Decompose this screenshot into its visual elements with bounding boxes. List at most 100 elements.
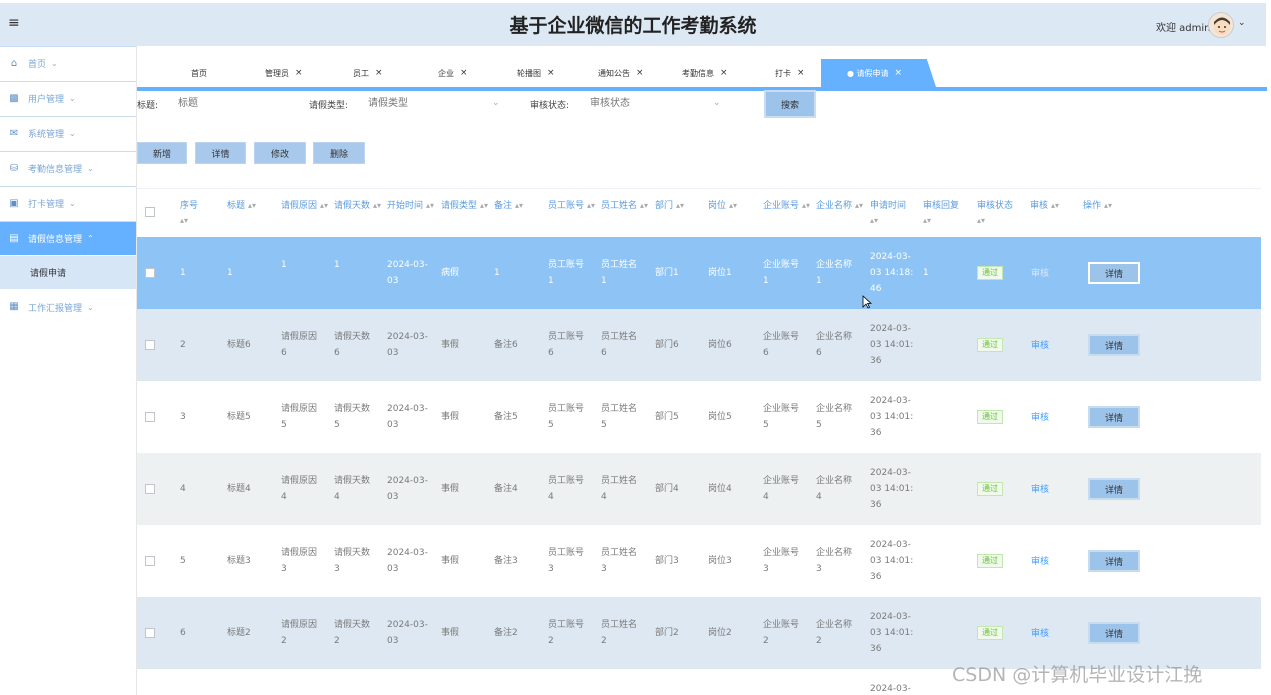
- sidebar-item-system[interactable]: ✉ 系统管理 ⌄: [0, 116, 136, 150]
- sidebar-item-attendance[interactable]: ⛁ 考勤信息管理 ⌄: [0, 151, 136, 185]
- column-header-apply-time[interactable]: 申请时间 ▴▾: [870, 199, 906, 228]
- close-icon[interactable]: ×: [460, 68, 468, 78]
- sort-icon[interactable]: ▴▾: [1051, 201, 1059, 210]
- table-row[interactable]: 5 标题3 请假原因 3 请假天数 3 2024-03- 03 事假 备注3 员工账号 3 员工姓名 3 部…: [137, 525, 1261, 597]
- edit-button[interactable]: 修改: [254, 142, 306, 164]
- audit-link[interactable]: 审核: [1031, 266, 1049, 279]
- sidebar-item-leave[interactable]: ▤ 请假信息管理 ⌃: [0, 221, 136, 255]
- row-detail-button[interactable]: 详情: [1088, 406, 1140, 428]
- sort-icon[interactable]: ▴▾: [640, 201, 648, 210]
- audit-link[interactable]: 审核: [1031, 626, 1049, 639]
- sort-icon[interactable]: ▴▾: [248, 201, 256, 210]
- row-checkbox[interactable]: [145, 268, 155, 278]
- close-icon[interactable]: ×: [375, 68, 383, 78]
- table-row[interactable]: 2 标题6 请假原因 6 请假天数 6 2024-03- 03 事假 备注6 员工账号 6 员工姓名 6 部…: [137, 309, 1261, 381]
- row-checkbox[interactable]: [145, 556, 155, 566]
- column-header-status[interactable]: 审核状态 ▴▾: [977, 199, 1013, 228]
- close-icon[interactable]: ×: [797, 68, 805, 78]
- close-icon[interactable]: ×: [547, 68, 555, 78]
- table-row[interactable]: 6 标题2 请假原因 2 请假天数 2 2024-03- 03 事假 备注2 员工账号 2 员工姓名 2 部…: [137, 597, 1261, 669]
- cell-days: 请假天数 6: [334, 329, 370, 361]
- chevron-down-icon[interactable]: ⌄: [713, 98, 721, 108]
- tab-leave-apply[interactable]: ● 请假申请 ×: [821, 59, 936, 87]
- sidebar-item-clock-in[interactable]: ▣ 打卡管理 ⌄: [0, 186, 136, 220]
- audit-link[interactable]: 审核: [1031, 338, 1049, 351]
- sort-icon[interactable]: ▴▾: [802, 201, 810, 210]
- audit-status-select[interactable]: [588, 93, 708, 113]
- sort-icon[interactable]: ▴▾: [480, 201, 488, 210]
- column-header-seq[interactable]: 序号 ▴▾: [180, 199, 198, 228]
- sidebar-item-report[interactable]: ▦ 工作汇报管理 ⌄: [0, 290, 136, 324]
- sort-icon[interactable]: ▴▾: [180, 214, 198, 228]
- select-all-checkbox[interactable]: [145, 207, 155, 217]
- sort-icon[interactable]: ▴▾: [515, 201, 523, 210]
- sort-icon[interactable]: ▴▾: [977, 214, 1013, 228]
- sort-icon[interactable]: ▴▾: [587, 201, 595, 210]
- column-header-remark[interactable]: 备注 ▴▾: [494, 199, 523, 213]
- tab-enterprise[interactable]: 企业 ×: [438, 59, 468, 87]
- audit-link[interactable]: 审核: [1031, 482, 1049, 495]
- sidebar-item-user-manage[interactable]: ▩ 用户管理 ⌄: [0, 81, 136, 115]
- column-header-start[interactable]: 开始时间 ▴▾: [387, 199, 434, 213]
- row-detail-button[interactable]: 详情: [1088, 478, 1140, 500]
- tab-attendance-info[interactable]: 考勤信息 ×: [682, 59, 728, 87]
- tab-clock-in[interactable]: 打卡 ×: [775, 59, 805, 87]
- row-checkbox[interactable]: [145, 412, 155, 422]
- column-header-title[interactable]: 标题 ▴▾: [227, 199, 256, 213]
- column-header-reply[interactable]: 审核回复 ▴▾: [923, 199, 959, 228]
- row-detail-button[interactable]: 详情: [1088, 622, 1140, 644]
- avatar[interactable]: [1208, 12, 1234, 38]
- column-header-audit[interactable]: 审核 ▴▾: [1030, 199, 1059, 213]
- row-checkbox[interactable]: [145, 484, 155, 494]
- audit-link[interactable]: 审核: [1031, 554, 1049, 567]
- chevron-down-icon[interactable]: ⌄: [492, 98, 500, 108]
- column-header-emp-acc[interactable]: 员工账号 ▴▾: [548, 199, 595, 213]
- row-detail-button[interactable]: 详情: [1088, 262, 1140, 284]
- sort-icon[interactable]: ▴▾: [426, 201, 434, 210]
- title-search-input[interactable]: [176, 93, 296, 113]
- sort-icon[interactable]: ▴▾: [1104, 201, 1112, 210]
- chevron-down-icon[interactable]: ⌄: [1238, 18, 1246, 28]
- tab-employee[interactable]: 员工 ×: [353, 59, 383, 87]
- tab-label: 管理员: [265, 68, 289, 78]
- column-header-op[interactable]: 操作 ▴▾: [1083, 199, 1112, 213]
- close-icon[interactable]: ×: [895, 68, 903, 78]
- close-icon[interactable]: ×: [720, 68, 728, 78]
- row-detail-button[interactable]: 详情: [1088, 550, 1140, 572]
- table-row[interactable]: 4 标题4 请假原因 4 请假天数 4 2024-03- 03 事假 备注4 员工账号 4 员工姓名 4 部…: [137, 453, 1261, 525]
- column-header-days[interactable]: 请假天数 ▴▾: [334, 199, 381, 213]
- sort-icon[interactable]: ▴▾: [870, 214, 906, 228]
- close-icon[interactable]: ×: [636, 68, 644, 78]
- column-header-reason[interactable]: 请假原因 ▴▾: [281, 199, 328, 213]
- detail-button[interactable]: 详情: [195, 142, 246, 164]
- sidebar-item-home[interactable]: ⌂ 首页 ⌄: [0, 46, 136, 80]
- column-header-ent-acc[interactable]: 企业账号 ▴▾: [763, 199, 810, 213]
- column-header-post[interactable]: 岗位 ▴▾: [708, 199, 737, 213]
- sort-icon[interactable]: ▴▾: [923, 214, 959, 228]
- delete-button[interactable]: 删除: [313, 142, 365, 164]
- column-header-type[interactable]: 请假类型 ▴▾: [441, 199, 488, 213]
- sort-icon[interactable]: ▴▾: [855, 201, 863, 210]
- sort-icon[interactable]: ▴▾: [320, 201, 328, 210]
- tab-carousel[interactable]: 轮播图 ×: [517, 59, 555, 87]
- close-icon[interactable]: ×: [295, 68, 303, 78]
- column-header-ent-name[interactable]: 企业名称 ▴▾: [816, 199, 863, 213]
- row-checkbox[interactable]: [145, 340, 155, 350]
- column-header-dept[interactable]: 部门 ▴▾: [655, 199, 684, 213]
- row-checkbox[interactable]: [145, 628, 155, 638]
- search-button[interactable]: 搜索: [764, 90, 816, 118]
- row-detail-button[interactable]: 详情: [1088, 334, 1140, 356]
- column-header-emp-name[interactable]: 员工姓名 ▴▾: [601, 199, 648, 213]
- sort-icon[interactable]: ▴▾: [373, 201, 381, 210]
- audit-link[interactable]: 审核: [1031, 410, 1049, 423]
- sort-icon[interactable]: ▴▾: [729, 201, 737, 210]
- add-button[interactable]: 新增: [137, 142, 187, 164]
- tab-home[interactable]: 首页: [191, 59, 207, 87]
- tab-admin[interactable]: 管理员 ×: [265, 59, 303, 87]
- table-row[interactable]: 1 1 1 1 2024-03- 03 病假 1 员工账号 1 员工姓名 1 部门1 岗位1 企业账号 1 企业…: [137, 237, 1261, 309]
- sort-icon[interactable]: ▴▾: [676, 201, 684, 210]
- leave-type-select[interactable]: [366, 93, 486, 113]
- tab-notice[interactable]: 通知公告 ×: [598, 59, 644, 87]
- sidebar-subitem-leave-apply[interactable]: 请假申请: [0, 256, 136, 289]
- table-row[interactable]: 3 标题5 请假原因 5 请假天数 5 2024-03- 03 事假 备注5 员工账号 5 员工姓名 5 部…: [137, 381, 1261, 453]
